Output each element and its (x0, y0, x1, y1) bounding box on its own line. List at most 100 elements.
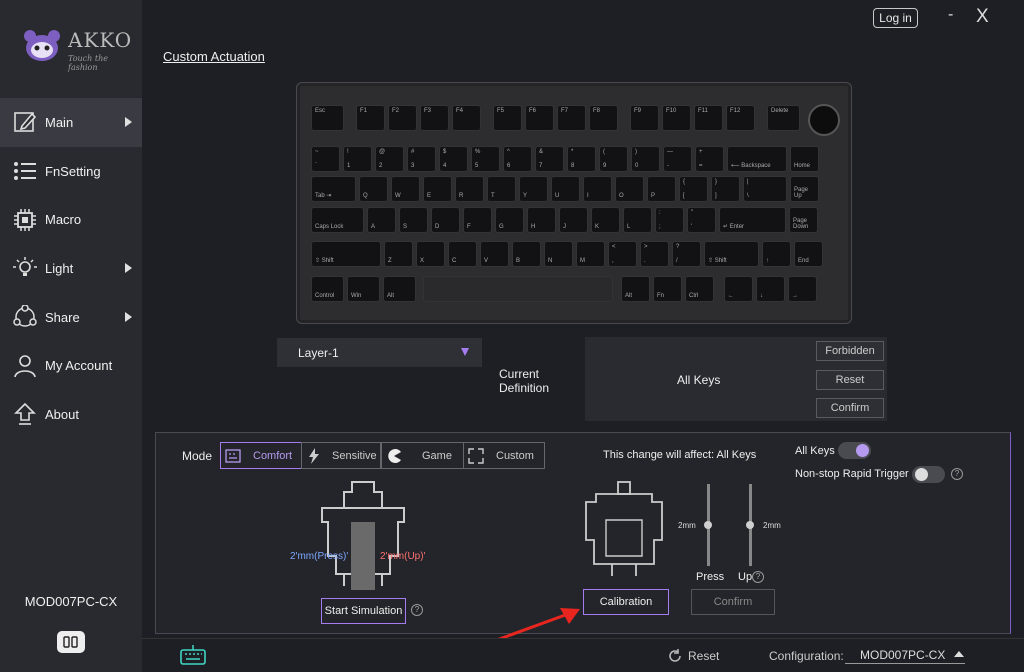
key[interactable]: T (487, 176, 516, 202)
key[interactable]: Alt (383, 276, 416, 302)
key[interactable]: O (615, 176, 644, 202)
key[interactable]: Delete (767, 105, 800, 131)
mode-tab-comfort[interactable]: Comfort (220, 442, 302, 469)
key[interactable]: :; (655, 207, 684, 233)
key[interactable]: @2 (375, 146, 404, 172)
key[interactable]: ← (724, 276, 753, 302)
key[interactable]: ? / (672, 241, 701, 267)
key[interactable]: W (391, 176, 420, 202)
key[interactable]: % 5 (471, 146, 500, 172)
key[interactable]: Q (359, 176, 388, 202)
key[interactable]: F (463, 207, 492, 233)
key[interactable]: + = (695, 146, 724, 172)
calibration-button[interactable]: Calibration (583, 589, 669, 615)
key[interactable] (423, 276, 613, 302)
key[interactable]: L (623, 207, 652, 233)
key[interactable]: G (495, 207, 524, 233)
key[interactable]: Page Up (790, 176, 819, 202)
key[interactable]: F12 (726, 105, 755, 131)
sidebar-item-about[interactable]: About (0, 390, 142, 439)
key[interactable]: Fn (653, 276, 682, 302)
key[interactable]: Home (790, 146, 819, 172)
key[interactable]: >. (640, 241, 669, 267)
key[interactable]: S (399, 207, 428, 233)
key[interactable]: End (794, 241, 823, 267)
key[interactable]: F4 (452, 105, 481, 131)
key[interactable]: ~ ` (311, 146, 340, 172)
key[interactable]: $4 (439, 146, 468, 172)
key[interactable]: U (551, 176, 580, 202)
key[interactable]: F9 (630, 105, 659, 131)
key[interactable]: ↓ (756, 276, 785, 302)
key[interactable]: <, (608, 241, 637, 267)
key[interactable]: Y (519, 176, 548, 202)
keyboard-status-icon[interactable] (180, 645, 206, 668)
key[interactable]: | \ (743, 176, 787, 202)
forbidden-button[interactable]: Forbidden (816, 341, 884, 361)
volume-knob[interactable] (808, 104, 840, 136)
key[interactable]: Page Down (789, 207, 818, 233)
key[interactable]: C (448, 241, 477, 267)
sidebar-item-light[interactable]: Light (0, 244, 142, 293)
footer-reset-button[interactable]: Reset (688, 649, 719, 663)
key[interactable]: F1 (356, 105, 385, 131)
help-icon[interactable]: ? (951, 468, 963, 480)
key[interactable]: F3 (420, 105, 449, 131)
mode-tab-game[interactable]: Game (381, 442, 464, 469)
key[interactable]: Control (311, 276, 344, 302)
login-button[interactable]: Log in (873, 8, 918, 28)
key[interactable]: H (527, 207, 556, 233)
key[interactable]: F7 (557, 105, 586, 131)
help-icon[interactable]: ? (411, 604, 423, 616)
sidebar-item-my-account[interactable]: My Account (0, 341, 142, 390)
key[interactable]: X (416, 241, 445, 267)
key[interactable]: Z (384, 241, 413, 267)
help-icon[interactable]: ? (752, 571, 764, 583)
key[interactable]: Ctrl (685, 276, 714, 302)
layer-select[interactable]: Layer-1 (277, 338, 482, 367)
key[interactable]: F5 (493, 105, 522, 131)
configuration-select[interactable]: MOD007PC-CX (845, 648, 965, 664)
calibration-confirm-button[interactable]: Confirm (691, 589, 775, 615)
key[interactable]: Esc (311, 105, 344, 131)
device-icon[interactable] (57, 631, 85, 653)
start-simulation-button[interactable]: Start Simulation (321, 598, 406, 624)
key[interactable]: Caps Lock (311, 207, 364, 233)
key[interactable]: (9 (599, 146, 628, 172)
key[interactable]: D (431, 207, 460, 233)
key[interactable]: ! 1 (343, 146, 372, 172)
key[interactable]: ⇧ Shift (704, 241, 759, 267)
key[interactable]: Win (347, 276, 380, 302)
key[interactable]: P (647, 176, 676, 202)
key[interactable]: R (455, 176, 484, 202)
key[interactable]: — - (663, 146, 692, 172)
key[interactable]: F8 (589, 105, 618, 131)
key[interactable]: F11 (694, 105, 723, 131)
sidebar-item-fnsetting[interactable]: FnSetting (0, 147, 142, 196)
refresh-icon[interactable] (667, 648, 683, 667)
key[interactable]: V (480, 241, 509, 267)
key[interactable]: Tab ⇥ (311, 176, 356, 202)
key[interactable]: ⟵ Backspace (727, 146, 787, 172)
key[interactable]: ↵ Enter (719, 207, 786, 233)
key[interactable]: F10 (662, 105, 691, 131)
key[interactable]: F6 (525, 105, 554, 131)
key[interactable]: ^ 6 (503, 146, 532, 172)
key[interactable]: M (576, 241, 605, 267)
key[interactable]: ↑ (762, 241, 791, 267)
mode-tab-sensitive[interactable]: Sensitive (301, 442, 381, 469)
sidebar-item-main[interactable]: Main (0, 98, 142, 147)
close-button[interactable]: X (976, 6, 989, 28)
key[interactable]: I (583, 176, 612, 202)
key[interactable]: N (544, 241, 573, 267)
up-slider-handle[interactable] (746, 521, 754, 529)
key[interactable]: }] (711, 176, 740, 202)
key[interactable]: E (423, 176, 452, 202)
key[interactable]: & 7 (535, 146, 564, 172)
key[interactable]: B (512, 241, 541, 267)
key[interactable]: ⇧ Shift (311, 241, 381, 267)
confirm-key-button[interactable]: Confirm (816, 398, 884, 418)
sidebar-item-macro[interactable]: Macro (0, 195, 142, 244)
key[interactable]: F2 (388, 105, 417, 131)
key[interactable]: #3 (407, 146, 436, 172)
